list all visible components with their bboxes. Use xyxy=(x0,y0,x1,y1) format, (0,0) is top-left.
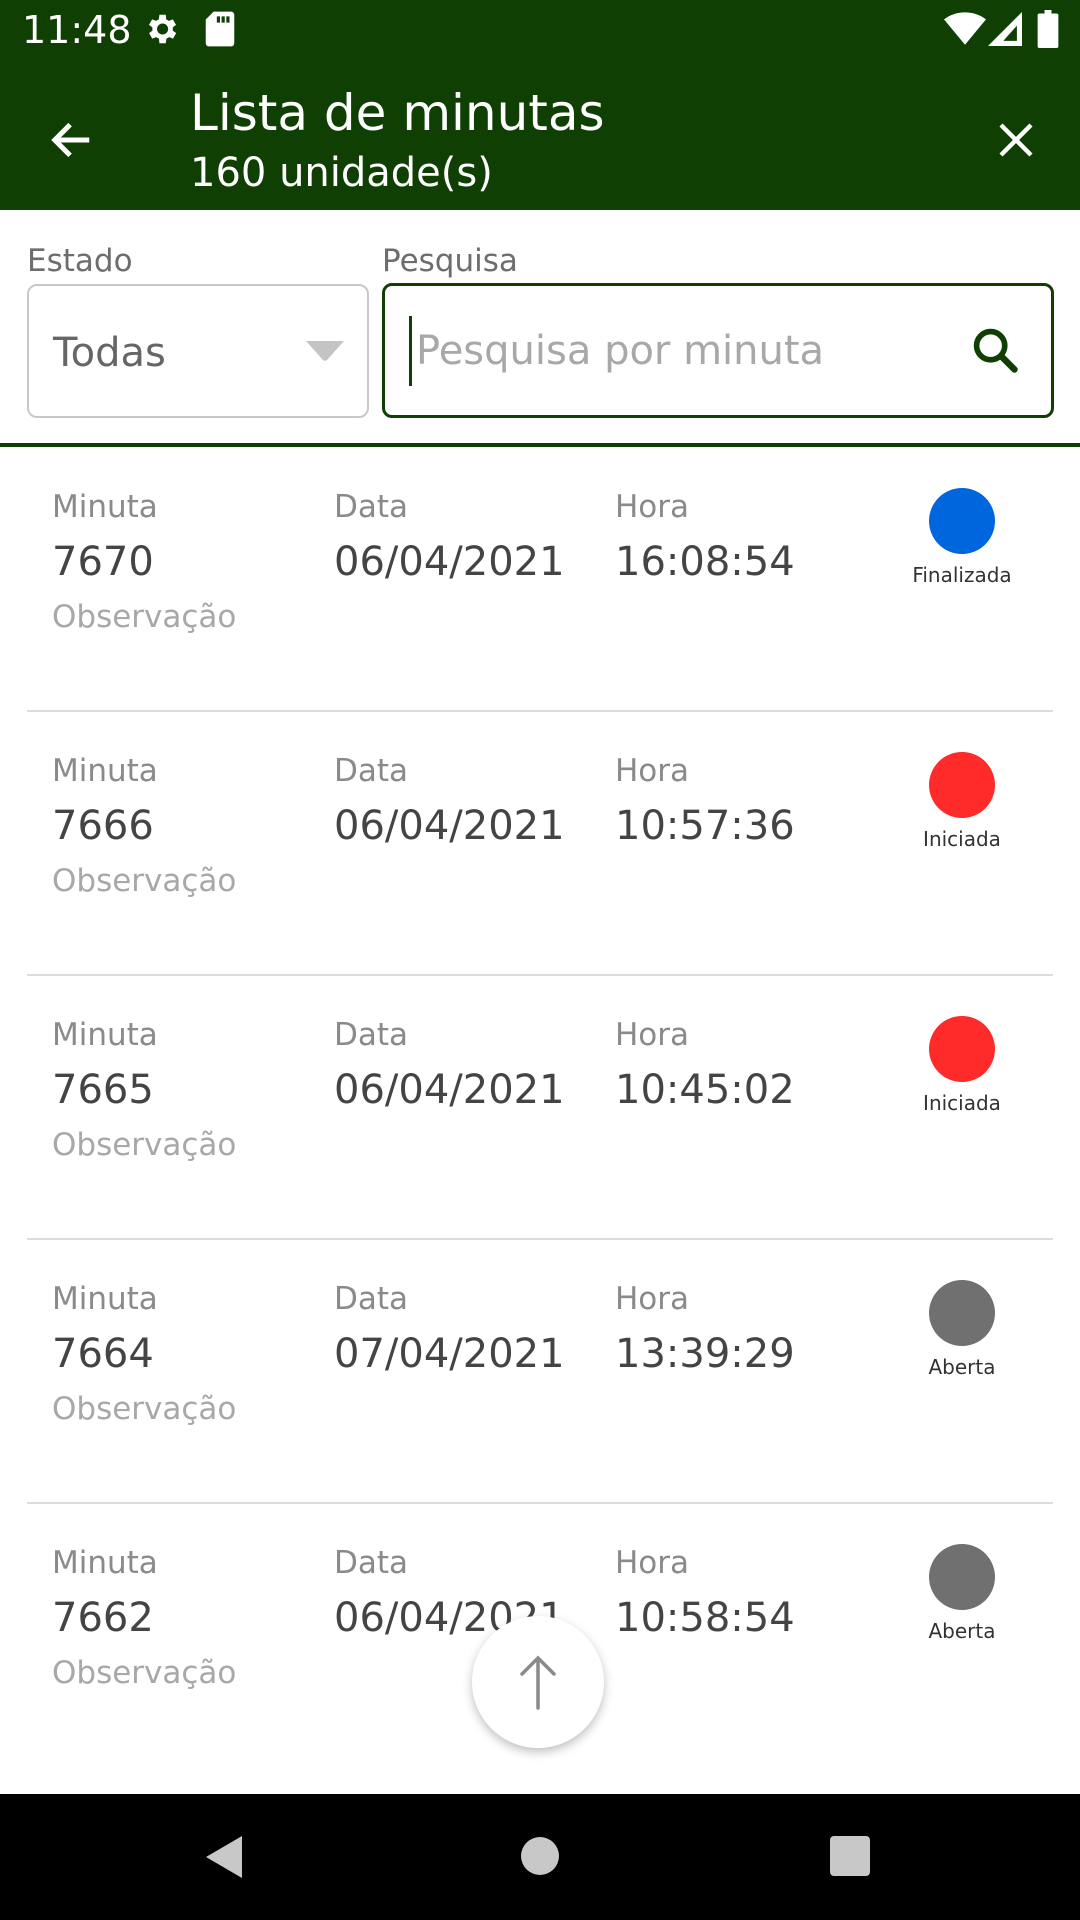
hora-value: 13:39:29 xyxy=(615,1331,795,1377)
status-label: Iniciada xyxy=(923,827,1001,851)
dropdown-arrow-icon xyxy=(306,341,344,361)
hora-value: 10:57:36 xyxy=(615,803,795,849)
minuta-label: Minuta xyxy=(52,753,158,789)
close-icon xyxy=(999,123,1033,157)
minuta-label: Minuta xyxy=(52,489,158,525)
estado-selected-value: Todas xyxy=(53,330,166,376)
observacao-label: Observação xyxy=(52,863,237,899)
hora-value: 16:08:54 xyxy=(615,539,795,585)
status-label: Finalizada xyxy=(912,563,1012,587)
close-button[interactable] xyxy=(980,104,1052,176)
hora-label: Hora xyxy=(615,1281,690,1317)
battery-icon xyxy=(1037,10,1059,53)
minuta-value: 7665 xyxy=(52,1067,154,1113)
list-item[interactable]: Minuta 7665 Observação Data 06/04/2021 Hora 10… xyxy=(0,975,1080,1239)
wifi-icon xyxy=(944,10,986,53)
status-indicator xyxy=(929,488,995,554)
observacao-label: Observação xyxy=(52,1391,237,1427)
minuta-value: 7666 xyxy=(52,803,154,849)
data-label: Data xyxy=(334,1017,409,1053)
sd-card-icon xyxy=(204,10,236,53)
estado-dropdown[interactable]: Todas xyxy=(27,284,369,418)
back-arrow-icon xyxy=(51,122,90,158)
data-value: 06/04/2021 xyxy=(334,1067,565,1113)
list-item[interactable]: Minuta 7664 Observação Data 07/04/2021 Hora 13… xyxy=(0,1239,1080,1503)
hora-label: Hora xyxy=(615,1017,690,1053)
status-indicator xyxy=(929,1280,995,1346)
minuta-value: 7670 xyxy=(52,539,154,585)
data-label: Data xyxy=(334,1281,409,1317)
page-subtitle: 160 unidade(s) xyxy=(190,150,493,196)
observacao-label: Observação xyxy=(52,1127,237,1163)
minuta-label: Minuta xyxy=(52,1545,158,1581)
back-button[interactable] xyxy=(36,104,108,176)
minuta-label: Minuta xyxy=(52,1017,158,1053)
pesquisa-label: Pesquisa xyxy=(382,243,518,279)
hora-label: Hora xyxy=(615,1545,690,1581)
page-title: Lista de minutas xyxy=(190,84,605,142)
hora-label: Hora xyxy=(615,489,690,525)
hora-value: 10:45:02 xyxy=(615,1067,795,1113)
arrow-up-icon xyxy=(520,1655,556,1710)
minuta-label: Minuta xyxy=(52,1281,158,1317)
data-label: Data xyxy=(334,753,409,789)
status-indicator xyxy=(929,752,995,818)
nav-home-icon[interactable] xyxy=(520,1836,560,1876)
search-input[interactable] xyxy=(409,316,949,386)
scroll-to-top-button[interactable] xyxy=(472,1616,604,1748)
status-label: Aberta xyxy=(928,1355,996,1379)
data-value: 07/04/2021 xyxy=(334,1331,565,1377)
minuta-value: 7664 xyxy=(52,1331,154,1377)
signal-icon xyxy=(988,10,1022,53)
app-bar: Lista de minutas 160 unidade(s) xyxy=(0,62,1080,210)
data-label: Data xyxy=(334,489,409,525)
settings-icon xyxy=(142,10,180,53)
status-bar: 11:48 xyxy=(0,0,1080,62)
search-icon[interactable] xyxy=(969,324,1021,376)
status-indicator xyxy=(929,1544,995,1610)
system-nav-bar xyxy=(0,1794,1080,1920)
data-value: 06/04/2021 xyxy=(334,803,565,849)
observacao-label: Observação xyxy=(52,599,237,635)
nav-back-icon[interactable] xyxy=(204,1834,244,1880)
status-label: Aberta xyxy=(928,1619,996,1643)
status-label: Iniciada xyxy=(923,1091,1001,1115)
data-value: 06/04/2021 xyxy=(334,539,565,585)
nav-recents-icon[interactable] xyxy=(830,1836,870,1876)
data-label: Data xyxy=(334,1545,409,1581)
list-item[interactable]: Minuta 7670 Observação Data 06/04/2021 Hora 16… xyxy=(0,447,1080,711)
search-box[interactable] xyxy=(382,283,1054,418)
hora-value: 10:58:54 xyxy=(615,1595,795,1641)
estado-label: Estado xyxy=(27,243,133,279)
observacao-label: Observação xyxy=(52,1655,237,1691)
minuta-value: 7662 xyxy=(52,1595,154,1641)
hora-label: Hora xyxy=(615,753,690,789)
status-indicator xyxy=(929,1016,995,1082)
list-item[interactable]: Minuta 7666 Observação Data 06/04/2021 Hora 10… xyxy=(0,711,1080,975)
status-time: 11:48 xyxy=(22,8,132,52)
